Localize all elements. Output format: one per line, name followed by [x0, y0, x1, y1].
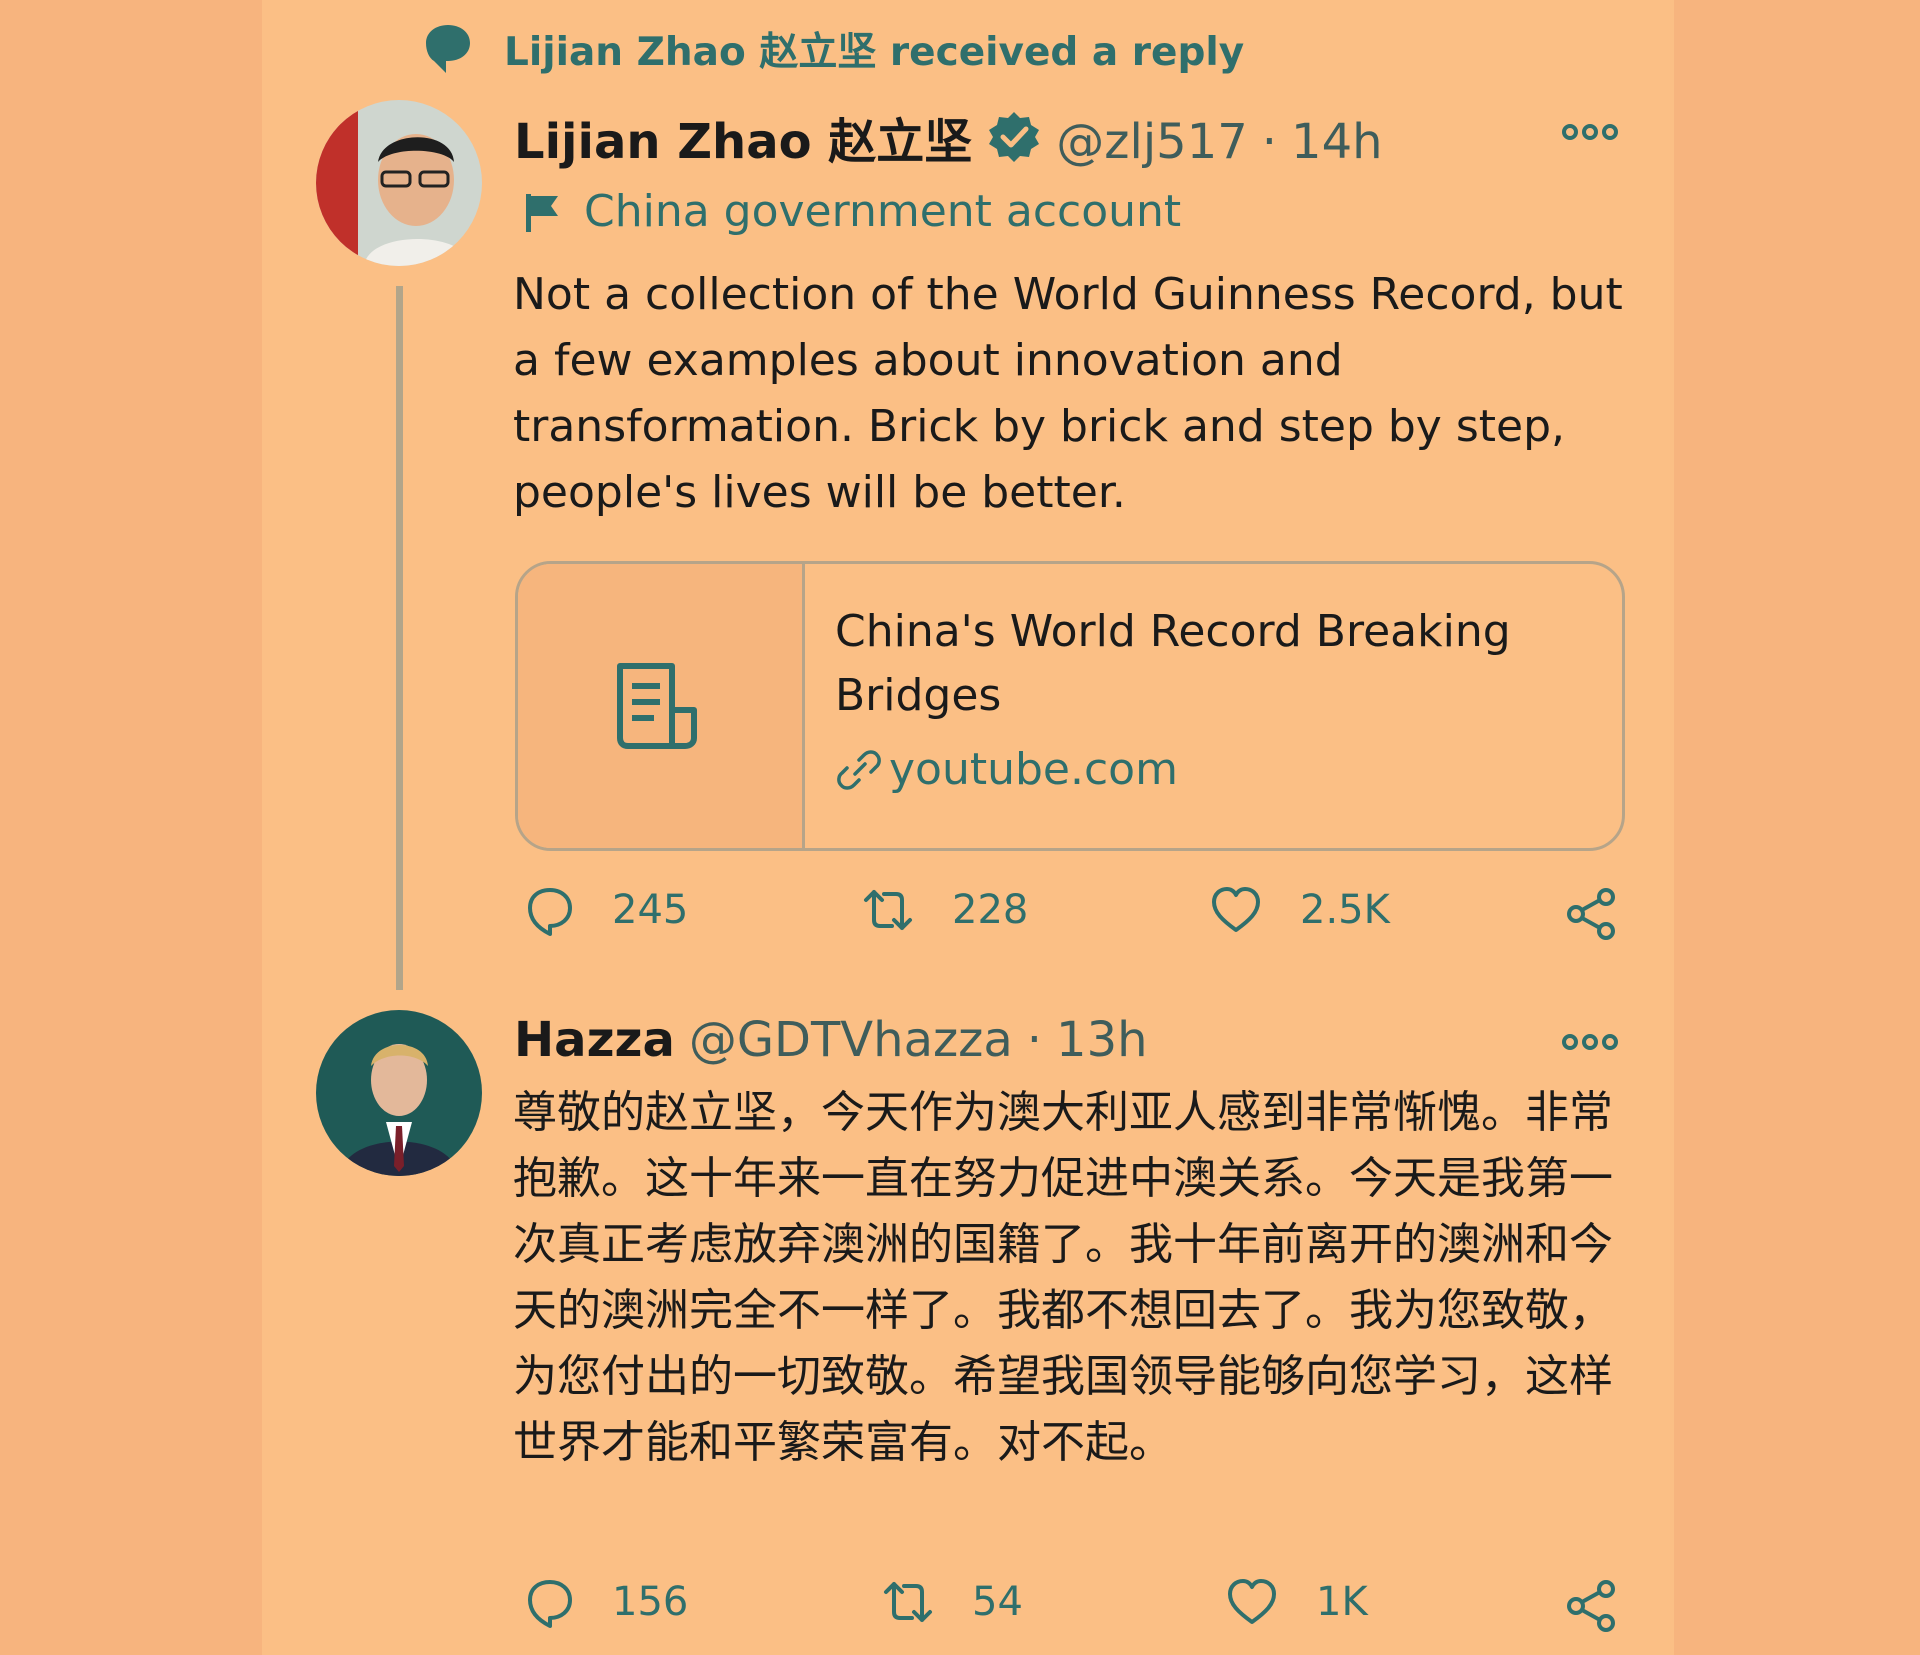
like-count: 2.5K: [1300, 887, 1390, 933]
tweet2-header: Hazza @GDTVhazza · 13h: [514, 1012, 1148, 1068]
avatar-photo: [316, 1010, 482, 1176]
retweet-icon: [864, 890, 912, 930]
tweet1-text: Not a collection of the World Guinness R…: [513, 269, 1623, 518]
retweet-button[interactable]: 54: [880, 1574, 1023, 1630]
reply-notice-text: Lijian Zhao 赵立坚 received a reply: [504, 30, 1245, 75]
more-options-icon[interactable]: [1562, 122, 1618, 142]
link-card[interactable]: China's World Record Breaking Bridges yo…: [515, 561, 1625, 851]
tweet1-timestamp[interactable]: 14h: [1291, 114, 1383, 170]
tweet2-actions: 156 54 1K: [520, 1574, 1620, 1638]
tweet1-handle[interactable]: @zlj517: [1056, 114, 1247, 170]
reply-count: 156: [612, 1579, 689, 1625]
verified-badge-icon: [989, 112, 1040, 162]
reply-icon: [528, 1580, 572, 1628]
timeline-panel: Lijian Zhao 赵立坚 received a reply Lijian …: [262, 0, 1674, 1655]
retweet-icon: [884, 1582, 932, 1622]
government-account-label[interactable]: China government account: [520, 186, 1181, 237]
like-icon: [1228, 1579, 1276, 1624]
thread-line: [396, 286, 403, 990]
avatar-lijian-zhao[interactable]: [316, 100, 482, 266]
retweet-count: 54: [972, 1579, 1023, 1625]
like-count: 1K: [1316, 1579, 1368, 1625]
tweet1-author-name[interactable]: Lijian Zhao 赵立坚: [514, 102, 972, 172]
article-icon: [617, 663, 697, 749]
tweet2-author-name[interactable]: Hazza: [514, 1012, 675, 1068]
link-icon: [837, 749, 881, 790]
tweet1-separator: ·: [1261, 114, 1278, 170]
tweet1-header: Lijian Zhao 赵立坚 @zlj517 · 14h: [514, 102, 1383, 172]
retweet-count: 228: [952, 887, 1029, 933]
government-account-text: China government account: [584, 186, 1182, 237]
avatar-hazza[interactable]: [316, 1010, 482, 1176]
reply-button[interactable]: 245: [520, 882, 688, 938]
reply-notice[interactable]: Lijian Zhao 赵立坚 received a reply: [420, 18, 1244, 80]
more-options-icon[interactable]: [1562, 1032, 1618, 1052]
share-icon[interactable]: [1564, 886, 1620, 942]
link-card-title: China's World Record Breaking Bridges: [835, 606, 1511, 721]
link-card-domain: youtube.com: [835, 744, 1178, 795]
speech-bubble-icon: [426, 25, 470, 73]
like-icon: [1212, 887, 1260, 932]
link-card-url: youtube.com: [889, 744, 1178, 795]
tweet2-text: 尊敬的赵立坚，今天作为澳大利亚人感到非常惭愧。非常抱歉。这十年来一直在努力促进中…: [513, 1087, 1613, 1468]
flag-icon: [526, 193, 558, 232]
like-button[interactable]: 1K: [1224, 1574, 1368, 1630]
tweet2-timestamp[interactable]: 13h: [1056, 1012, 1148, 1068]
avatar-photo: [316, 100, 482, 266]
link-card-thumbnail: [518, 564, 805, 848]
tweet2-handle[interactable]: @GDTVhazza: [689, 1012, 1013, 1068]
reply-button[interactable]: 156: [520, 1574, 688, 1630]
tweet1-actions: 245 228 2.5K: [520, 882, 1620, 946]
tweet2-separator: ·: [1026, 1012, 1043, 1068]
reply-count: 245: [612, 887, 689, 933]
share-icon[interactable]: [1564, 1578, 1620, 1634]
retweet-button[interactable]: 228: [860, 882, 1028, 938]
reply-icon: [528, 888, 572, 936]
like-button[interactable]: 2.5K: [1208, 882, 1390, 938]
